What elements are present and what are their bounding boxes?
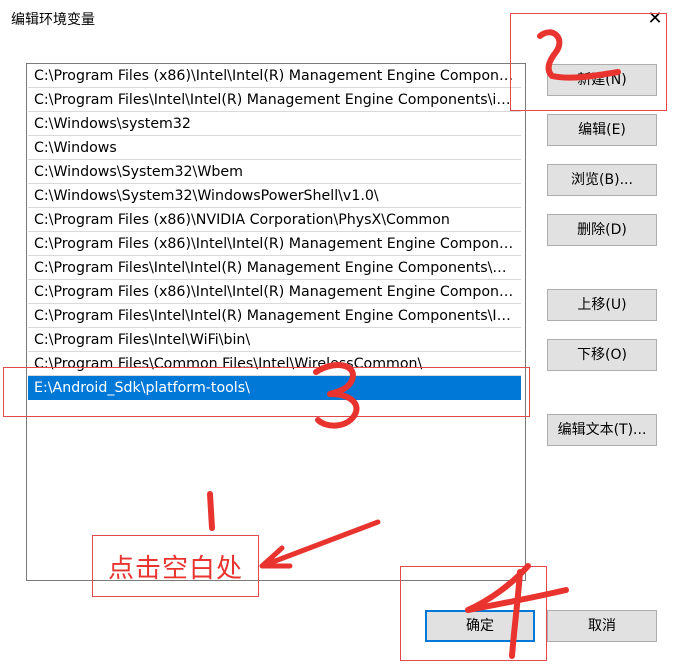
path-list-item[interactable]: C:\Program Files\Intel\Intel(R) Manageme… [28,304,521,328]
cancel-button[interactable]: 取消 [547,610,657,642]
path-list-item[interactable]: C:\Program Files\Intel\WiFi\bin\ [28,328,521,352]
window-title: 编辑环境变量 [11,12,95,28]
path-list-item[interactable]: C:\Windows\System32\WindowsPowerShell\v1… [28,184,521,208]
browse-button[interactable]: 浏览(B)... [547,164,657,196]
annotation-box-selected-row [3,367,530,417]
path-list-item[interactable]: C:\Program Files (x86)\Intel\Intel(R) Ma… [28,232,521,256]
path-list-item[interactable]: C:\Program Files (x86)\Intel\Intel(R) Ma… [28,64,521,88]
annotation-box-new [510,13,667,111]
path-list-item[interactable]: C:\Program Files\Intel\Intel(R) Manageme… [28,88,521,112]
move-down-button[interactable]: 下移(O) [547,339,657,371]
delete-button[interactable]: 删除(D) [547,214,657,246]
path-list[interactable]: C:\Program Files (x86)\Intel\Intel(R) Ma… [26,63,526,581]
path-list-item[interactable]: C:\Windows\System32\Wbem [28,160,521,184]
path-list-item[interactable]: C:\Windows [28,136,521,160]
path-list-item[interactable]: C:\Program Files\Intel\Intel(R) Manageme… [28,256,521,280]
path-list-item[interactable]: C:\Program Files (x86)\NVIDIA Corporatio… [28,208,521,232]
annotation-box-ok [400,566,547,661]
annotation-hint-text: 点击空白处 [108,554,244,584]
move-up-button[interactable]: 上移(U) [547,289,657,321]
edit-text-button[interactable]: 编辑文本(T)... [547,414,657,446]
path-list-item[interactable]: C:\Program Files (x86)\Intel\Intel(R) Ma… [28,280,521,304]
edit-button[interactable]: 编辑(E) [547,114,657,146]
path-list-item[interactable]: C:\Windows\system32 [28,112,521,136]
